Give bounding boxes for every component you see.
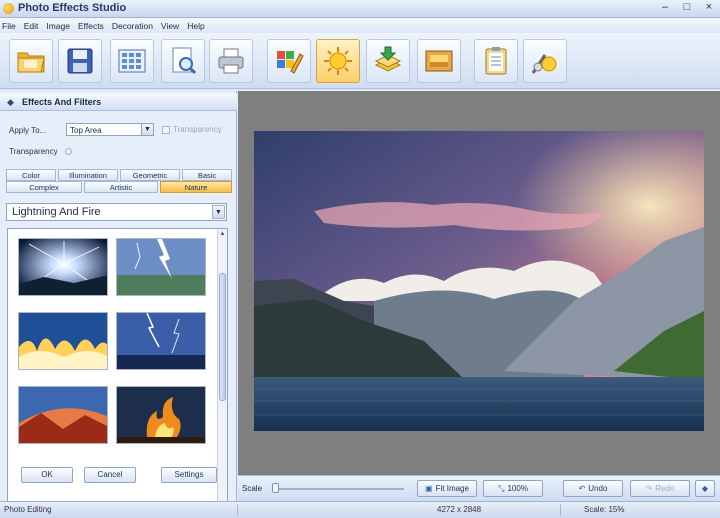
window-title: Photo Effects Studio <box>18 2 127 14</box>
ok-button[interactable]: OK <box>21 467 73 483</box>
effect-thumb-red-mountains[interactable] <box>18 386 108 444</box>
effects-panel: ◆ Effects And Filters Apply To... Top Ar… <box>0 91 237 518</box>
menu-edit[interactable]: Edit <box>24 21 39 31</box>
apply-to-label: Apply To... <box>9 126 47 135</box>
menu-view[interactable]: View <box>161 21 179 31</box>
fit-image-button[interactable]: ▣ Fit Image <box>417 480 477 497</box>
grid-icon <box>118 49 146 73</box>
effect-thumb-storm[interactable] <box>116 312 206 370</box>
chevron-down-icon: ▼ <box>212 205 225 219</box>
magic-effects-icon <box>531 54 557 74</box>
magic-button[interactable] <box>523 39 567 83</box>
fit-image-icon: ▣ <box>425 484 433 493</box>
open-button[interactable] <box>9 39 53 83</box>
clipboard-button[interactable] <box>474 39 518 83</box>
maximize-icon[interactable]: □ <box>680 1 694 15</box>
tab-illumination[interactable]: Illumination <box>58 169 118 181</box>
save-icon <box>67 48 93 74</box>
minimize-icon[interactable]: – <box>658 1 672 15</box>
tab-artistic[interactable]: Artistic <box>84 181 158 193</box>
batch-button[interactable] <box>110 39 154 83</box>
effect-thumb-lightning[interactable] <box>116 238 206 296</box>
tab-complex[interactable]: Complex <box>6 181 82 193</box>
transparency-label: Transparency <box>9 147 58 156</box>
redo-icon: ↷ <box>645 484 653 493</box>
effect-thumb-sparkle[interactable] <box>18 238 108 296</box>
canvas-controls: Scale ▣ Fit Image ⤡ 100% ↶ Undo ↷ Redo ◆ <box>238 475 720 501</box>
status-bar: Photo Editing 4272 x 2848 Scale: 15% <box>0 501 720 518</box>
status-dimensions: 4272 x 2848 <box>437 505 482 514</box>
redo-label: Redo <box>655 484 675 493</box>
save-button[interactable] <box>58 39 102 83</box>
preview-button[interactable] <box>161 39 205 83</box>
transparency-slider[interactable] <box>65 148 72 155</box>
panel-title: Effects And Filters <box>22 97 102 107</box>
title-bar: Photo Effects Studio – □ × <box>0 0 720 18</box>
status-divider <box>560 504 561 516</box>
printer-icon <box>218 48 244 74</box>
page-preview-icon <box>172 47 197 75</box>
transparency-checkbox-label: Transparency <box>173 125 222 134</box>
status-scale: Scale: 15% <box>584 505 625 514</box>
menu-decoration[interactable]: Decoration <box>112 21 153 31</box>
menu-bar: File Edit Image Effects Decoration View … <box>0 18 720 33</box>
scale-slider-handle[interactable] <box>272 483 279 493</box>
effects-button[interactable] <box>316 39 360 83</box>
scale-slider-track[interactable] <box>274 488 404 490</box>
redo-button[interactable]: ↷ Redo <box>630 480 690 497</box>
effect-category-value: Lightning And Fire <box>12 206 101 218</box>
effect-category-select[interactable]: Lightning And Fire ▼ <box>6 203 227 221</box>
undo-label: Undo <box>588 484 608 493</box>
print-button[interactable] <box>209 39 253 83</box>
status-mode: Photo Editing <box>4 505 52 514</box>
scroll-up-icon[interactable]: ▲ <box>218 229 227 239</box>
chevron-down-icon: ▼ <box>141 124 153 135</box>
color-adjust-button[interactable] <box>267 39 311 83</box>
scroll-thumb[interactable] <box>219 273 226 401</box>
apply-to-value: Top Area <box>70 126 102 135</box>
undo-button[interactable]: ↶ Undo <box>563 480 623 497</box>
settings-button[interactable]: Settings <box>161 467 217 483</box>
close-icon[interactable]: × <box>702 1 716 15</box>
tab-basic[interactable]: Basic <box>182 169 232 181</box>
app-logo-icon <box>3 3 14 14</box>
folder-open-icon <box>17 52 45 73</box>
tab-geometric[interactable]: Geometric <box>120 169 180 181</box>
zoom-label: 100% <box>507 484 528 493</box>
menu-help[interactable]: Help <box>187 21 204 31</box>
zoom-100-button[interactable]: ⤡ 100% <box>483 480 543 497</box>
menu-file[interactable]: File <box>2 21 16 31</box>
collapse-chevron-icon[interactable]: ◆ <box>7 97 14 108</box>
tab-color[interactable]: Color <box>6 169 56 181</box>
tab-nature[interactable]: Nature <box>160 181 232 193</box>
status-divider <box>237 504 238 516</box>
frame-button[interactable] <box>417 39 461 83</box>
edited-photo <box>254 131 704 431</box>
expand-diamond-icon: ◆ <box>701 484 709 493</box>
expand-button[interactable]: ◆ <box>695 480 715 497</box>
layers-button[interactable] <box>366 39 410 83</box>
transparency-checkbox[interactable] <box>162 126 170 134</box>
menu-effects[interactable]: Effects <box>78 21 104 31</box>
clipboard-icon <box>485 47 507 75</box>
effect-thumb-fire-glow[interactable] <box>18 312 108 370</box>
image-canvas[interactable] <box>238 91 720 475</box>
undo-icon: ↶ <box>578 484 586 493</box>
zoom-icon: ⤡ <box>498 484 505 493</box>
menu-image[interactable]: Image <box>46 21 70 31</box>
image-frame-icon <box>425 50 453 72</box>
scale-label: Scale <box>242 484 263 493</box>
apply-to-select[interactable]: Top Area ▼ <box>66 123 154 136</box>
color-edit-icon <box>277 51 304 74</box>
toolbar <box>0 33 720 89</box>
effect-thumb-bonfire[interactable] <box>116 386 206 444</box>
cancel-button[interactable]: Cancel <box>84 467 136 483</box>
gallery-scrollbar[interactable]: ▲ ▼ <box>217 229 227 518</box>
sun-icon <box>324 47 352 75</box>
download-stack-icon <box>374 46 402 72</box>
fit-image-label: Fit Image <box>435 484 469 493</box>
panel-header: ◆ Effects And Filters <box>0 93 237 111</box>
